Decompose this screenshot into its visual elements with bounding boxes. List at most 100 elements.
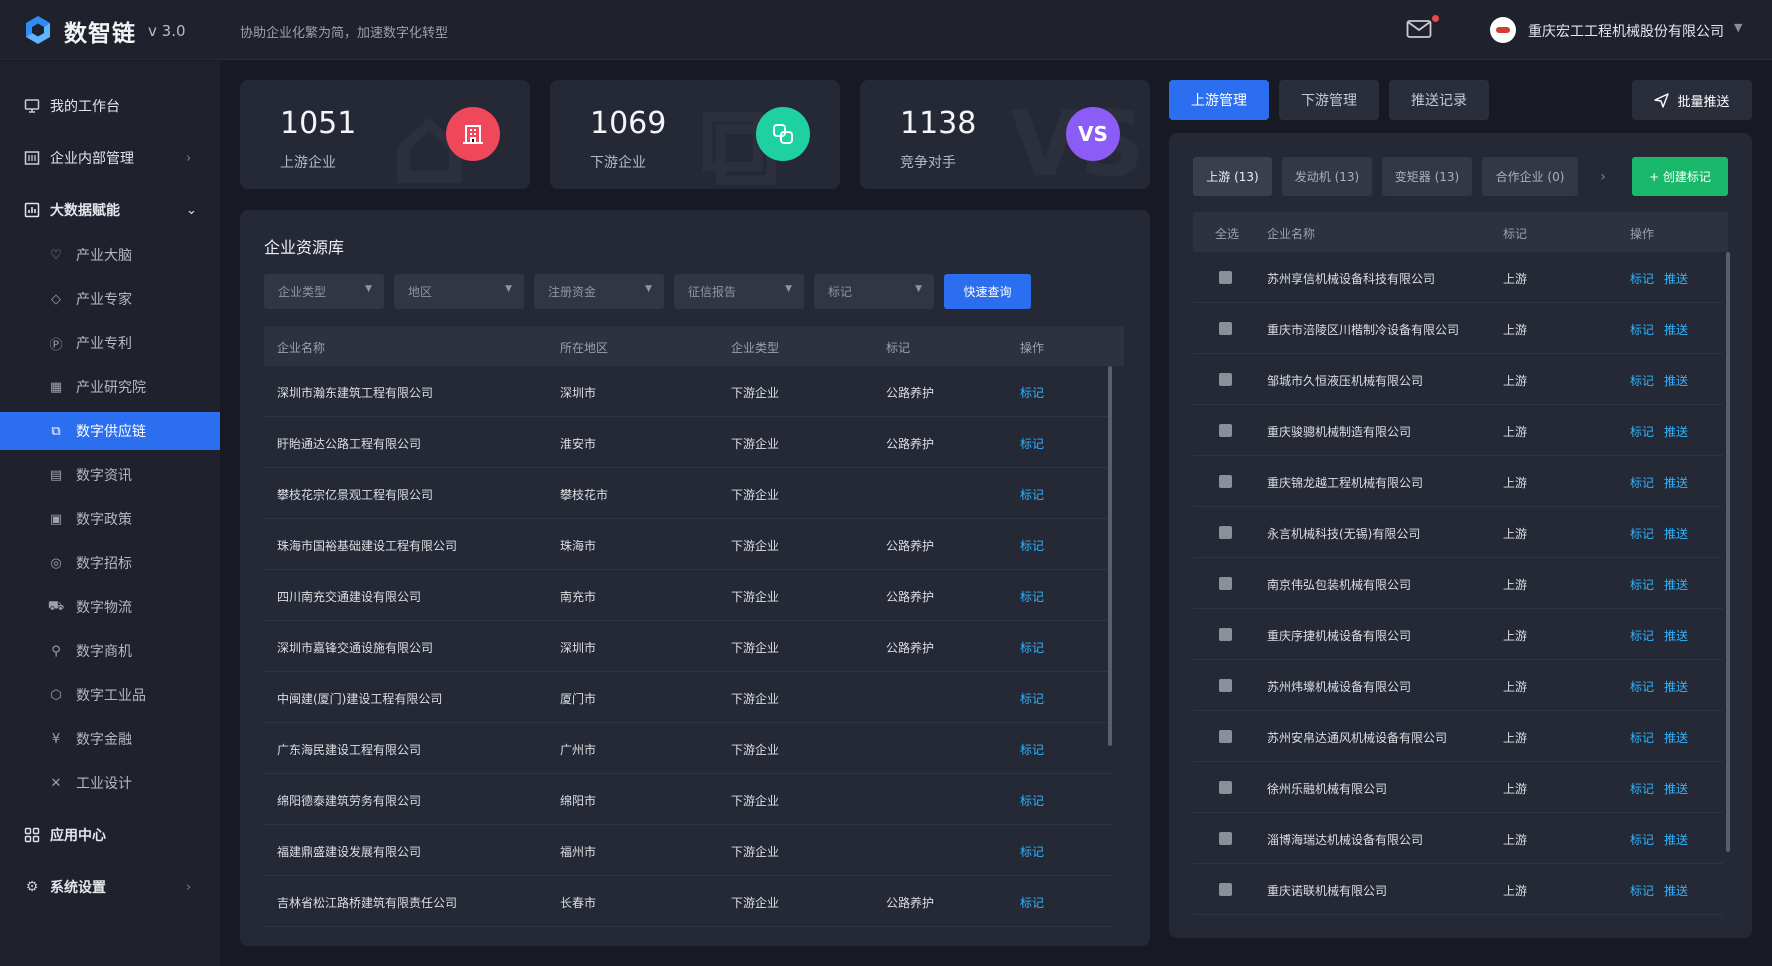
push-action-link[interactable]: 推送 bbox=[1664, 270, 1688, 287]
filter-credit-report[interactable]: 征信报告 ▼ bbox=[674, 274, 804, 309]
stat-card-competitors[interactable]: VS 1138 竞争对手 VS bbox=[860, 80, 1150, 189]
row-checkbox[interactable] bbox=[1219, 679, 1232, 692]
sidebar-subitem-brain[interactable]: ♡ 产业大脑 bbox=[0, 236, 220, 274]
chip-upstream[interactable]: 上游 (13) bbox=[1193, 157, 1272, 196]
sidebar-subitem-institute[interactable]: ▦ 产业研究院 bbox=[0, 368, 220, 406]
batch-push-button[interactable]: 批量推送 bbox=[1632, 80, 1752, 120]
tag-action-link[interactable]: 标记 bbox=[1020, 639, 1044, 656]
sidebar-item-label: 产业大脑 bbox=[76, 248, 132, 264]
tag-action-link[interactable]: 标记 bbox=[1020, 384, 1044, 401]
row-checkbox[interactable] bbox=[1219, 271, 1232, 284]
row-checkbox[interactable] bbox=[1219, 475, 1232, 488]
column-header: 操作 bbox=[1630, 227, 1655, 241]
tag-action-link[interactable]: 标记 bbox=[1630, 270, 1654, 287]
tag-action-link[interactable]: 标记 bbox=[1630, 729, 1654, 746]
sidebar-subitem-bidding[interactable]: ◎ 数字招标 bbox=[0, 544, 220, 582]
tag-action-link[interactable]: 标记 bbox=[1020, 894, 1044, 911]
tag-action-link[interactable]: 标记 bbox=[1630, 474, 1654, 491]
push-action-link[interactable]: 推送 bbox=[1664, 882, 1688, 899]
tag-action-link[interactable]: 标记 bbox=[1020, 588, 1044, 605]
filter-region[interactable]: 地区 ▼ bbox=[394, 274, 524, 309]
mail-icon[interactable] bbox=[1406, 18, 1432, 40]
push-action-link[interactable]: 推送 bbox=[1664, 729, 1688, 746]
chip-engine[interactable]: 发动机 (13) bbox=[1282, 157, 1372, 196]
table-scrollbar[interactable] bbox=[1108, 366, 1112, 746]
chevron-down-icon[interactable]: ▼ bbox=[1734, 21, 1742, 34]
sidebar-subitem-opportunity[interactable]: ⚲ 数字商机 bbox=[0, 632, 220, 670]
company-name[interactable]: 重庆宏工工程机械股份有限公司 bbox=[1528, 21, 1724, 41]
row-checkbox[interactable] bbox=[1219, 322, 1232, 335]
push-action-link[interactable]: 推送 bbox=[1664, 678, 1688, 695]
chip-torque-converter[interactable]: 变矩器 (13) bbox=[1382, 157, 1472, 196]
row-checkbox[interactable] bbox=[1219, 526, 1232, 539]
sidebar-item-internal[interactable]: 企业内部管理 › bbox=[0, 139, 220, 177]
stat-card-downstream[interactable]: ⧉ 1069 下游企业 bbox=[550, 80, 840, 189]
push-action-link[interactable]: 推送 bbox=[1664, 321, 1688, 338]
filter-tag[interactable]: 标记 ▼ bbox=[814, 274, 934, 309]
company-avatar[interactable] bbox=[1490, 17, 1516, 43]
sidebar-subitem-policy[interactable]: ▣ 数字政策 bbox=[0, 500, 220, 538]
tag-action-link[interactable]: 标记 bbox=[1630, 576, 1654, 593]
tag-action-link[interactable]: 标记 bbox=[1020, 792, 1044, 809]
sidebar-subitem-industrial[interactable]: ⬡ 数字工业品 bbox=[0, 676, 220, 714]
push-action-link[interactable]: 推送 bbox=[1664, 525, 1688, 542]
table-scrollbar[interactable] bbox=[1726, 252, 1730, 852]
row-checkbox[interactable] bbox=[1219, 730, 1232, 743]
tag-action-link[interactable]: 标记 bbox=[1630, 321, 1654, 338]
row-checkbox[interactable] bbox=[1219, 628, 1232, 641]
tag-action-link[interactable]: 标记 bbox=[1630, 831, 1654, 848]
tab-push-records[interactable]: 推送记录 bbox=[1389, 80, 1489, 120]
push-action-link[interactable]: 推送 bbox=[1664, 831, 1688, 848]
tag-action-link[interactable]: 标记 bbox=[1630, 627, 1654, 644]
sidebar-subitem-design[interactable]: ✕ 工业设计 bbox=[0, 764, 220, 802]
select-all-checkbox[interactable]: 全选 bbox=[1215, 225, 1239, 242]
push-action-link[interactable]: 推送 bbox=[1664, 372, 1688, 389]
sidebar-subitem-finance[interactable]: ¥ 数字金融 bbox=[0, 720, 220, 758]
sidebar-subitem-patent[interactable]: Ⓟ 产业专利 bbox=[0, 324, 220, 362]
sidebar-subitem-news[interactable]: ▤ 数字资讯 bbox=[0, 456, 220, 494]
table-row: 福建鼎盛建设发展有限公司 福州市 下游企业 标记 bbox=[264, 825, 1114, 876]
push-action-link[interactable]: 推送 bbox=[1664, 576, 1688, 593]
tag-action-link[interactable]: 标记 bbox=[1020, 690, 1044, 707]
stat-card-upstream[interactable]: ⌂ 1051 上游企业 bbox=[240, 80, 530, 189]
tab-upstream[interactable]: 上游管理 bbox=[1169, 80, 1269, 120]
tag-cell: 上游 bbox=[1503, 425, 1528, 439]
row-checkbox[interactable] bbox=[1219, 577, 1232, 590]
row-checkbox[interactable] bbox=[1219, 424, 1232, 437]
row-checkbox[interactable] bbox=[1219, 883, 1232, 896]
tag-action-link[interactable]: 标记 bbox=[1630, 780, 1654, 797]
tag-action-link[interactable]: 标记 bbox=[1020, 486, 1044, 503]
push-action-link[interactable]: 推送 bbox=[1664, 423, 1688, 440]
chip-partner[interactable]: 合作企业 (0) bbox=[1482, 157, 1578, 196]
row-checkbox[interactable] bbox=[1219, 832, 1232, 845]
sidebar-item-settings[interactable]: ⚙ 系统设置 › bbox=[0, 868, 220, 906]
sidebar-item-workbench[interactable]: 我的工作台 bbox=[0, 87, 220, 125]
push-action-link[interactable]: 推送 bbox=[1664, 627, 1688, 644]
filter-company-type[interactable]: 企业类型 ▼ bbox=[264, 274, 384, 309]
tag-action-link[interactable]: 标记 bbox=[1020, 435, 1044, 452]
tab-downstream[interactable]: 下游管理 bbox=[1279, 80, 1379, 120]
tag-action-link[interactable]: 标记 bbox=[1020, 843, 1044, 860]
sidebar-subitem-logistics[interactable]: ⛟ 数字物流 bbox=[0, 588, 220, 626]
sidebar-item-bigdata[interactable]: 大数据赋能 ⌄ bbox=[0, 191, 220, 229]
filter-capital[interactable]: 注册资金 ▼ bbox=[534, 274, 664, 309]
row-checkbox[interactable] bbox=[1219, 373, 1232, 386]
tag-action-link[interactable]: 标记 bbox=[1630, 423, 1654, 440]
tag-action-link[interactable]: 标记 bbox=[1630, 372, 1654, 389]
push-action-link[interactable]: 推送 bbox=[1664, 780, 1688, 797]
tag-action-link[interactable]: 标记 bbox=[1020, 537, 1044, 554]
chevron-right-icon[interactable]: › bbox=[1585, 157, 1621, 196]
tag-action-link[interactable]: 标记 bbox=[1020, 741, 1044, 758]
quick-query-button[interactable]: 快速查询 bbox=[944, 274, 1031, 309]
push-action-link[interactable]: 推送 bbox=[1664, 474, 1688, 491]
sidebar-subitem-expert[interactable]: ◇ 产业专家 bbox=[0, 280, 220, 318]
tag-action-link[interactable]: 标记 bbox=[1630, 678, 1654, 695]
sidebar-subitem-supply-chain[interactable]: ⧉ 数字供应链 bbox=[0, 412, 220, 450]
tag-action-link[interactable]: 标记 bbox=[1630, 525, 1654, 542]
tag-cell: 上游 bbox=[1503, 782, 1528, 796]
filter-label: 征信报告 bbox=[688, 285, 737, 299]
tag-action-link[interactable]: 标记 bbox=[1630, 882, 1654, 899]
row-checkbox[interactable] bbox=[1219, 781, 1232, 794]
sidebar-item-apps[interactable]: 应用中心 bbox=[0, 816, 220, 854]
create-tag-button[interactable]: + 创建标记 bbox=[1632, 157, 1728, 196]
